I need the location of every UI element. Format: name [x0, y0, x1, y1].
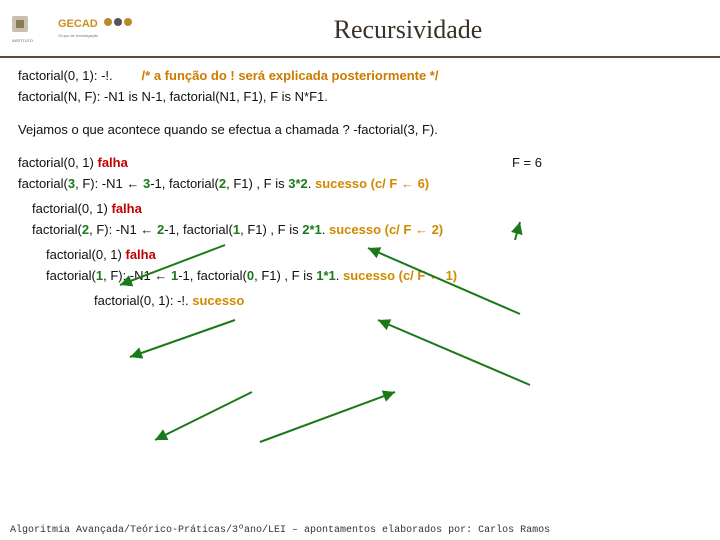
svg-text:GECAD: GECAD [58, 18, 98, 30]
footer-text: Algoritmia Avançada/Teórico-Práticas/3ºa… [0, 525, 720, 536]
trace-step-1: factorial(0, 1) falha F = 6 factorial(3,… [18, 155, 702, 191]
page-title: Recursividade [146, 15, 710, 45]
code-base-case: factorial(0, 1): -!. /* a função do ! se… [18, 68, 702, 83]
result-f6: F = 6 [512, 155, 542, 170]
trace-step-2: factorial(0, 1) falha factorial(2, F): -… [32, 201, 702, 237]
trace-step-4: factorial(0, 1): -!. sucesso [94, 293, 702, 308]
trace-step-3: factorial(0, 1) falha factorial(1, F): -… [46, 247, 702, 283]
svg-text:INSTITUTO: INSTITUTO [12, 38, 33, 43]
gecad-logo-icon: GECAD Grupo de Investigação [56, 13, 146, 47]
content-area: factorial(0, 1): -!. /* a função do ! se… [0, 58, 720, 308]
header: INSTITUTO GECAD Grupo de Investigação Re… [0, 0, 720, 58]
code-recursive-case: factorial(N, F): -N1 is N-1, factorial(N… [18, 89, 702, 104]
narrative-text: Vejamos o que acontece quando se efectua… [18, 122, 702, 137]
institute-logo-icon: INSTITUTO [10, 12, 50, 48]
code-comment: /* a função do ! será explicada posterio… [142, 68, 439, 83]
svg-text:Grupo de Investigação: Grupo de Investigação [58, 33, 99, 38]
logo-block: INSTITUTO GECAD Grupo de Investigação [10, 12, 146, 48]
